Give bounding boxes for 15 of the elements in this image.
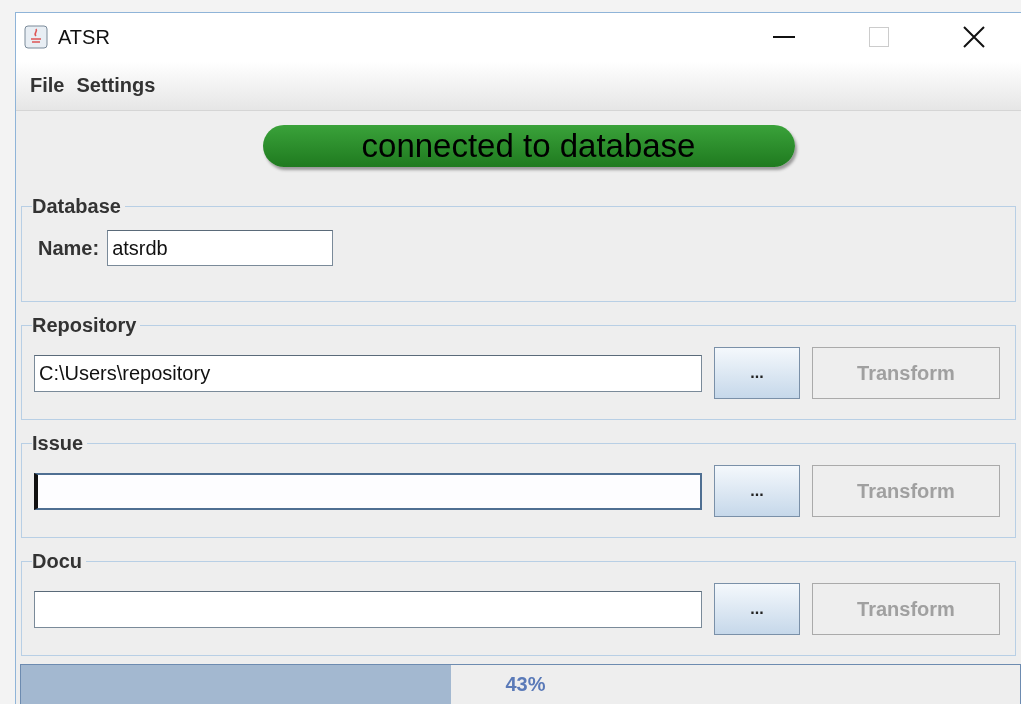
minimize-icon: [772, 36, 795, 38]
menu-item[interactable]: File: [26, 70, 69, 101]
field-label: Name:: [38, 236, 100, 260]
close-icon: [962, 26, 985, 48]
panel-title: Repository: [32, 314, 138, 337]
connection-status: connected to database: [262, 125, 795, 167]
window-title: ATSR: [58, 25, 111, 49]
panel-title: Database: [32, 195, 122, 218]
java-icon: [24, 25, 48, 49]
menu-item[interactable]: Settings: [72, 70, 160, 101]
maximize-icon: [868, 27, 889, 47]
name-field[interactable]: atsrdb: [107, 230, 334, 266]
panel-title: Docu: [32, 550, 83, 573]
progress-reading: 43%: [505, 673, 546, 696]
panel-title: Issue: [32, 432, 85, 455]
